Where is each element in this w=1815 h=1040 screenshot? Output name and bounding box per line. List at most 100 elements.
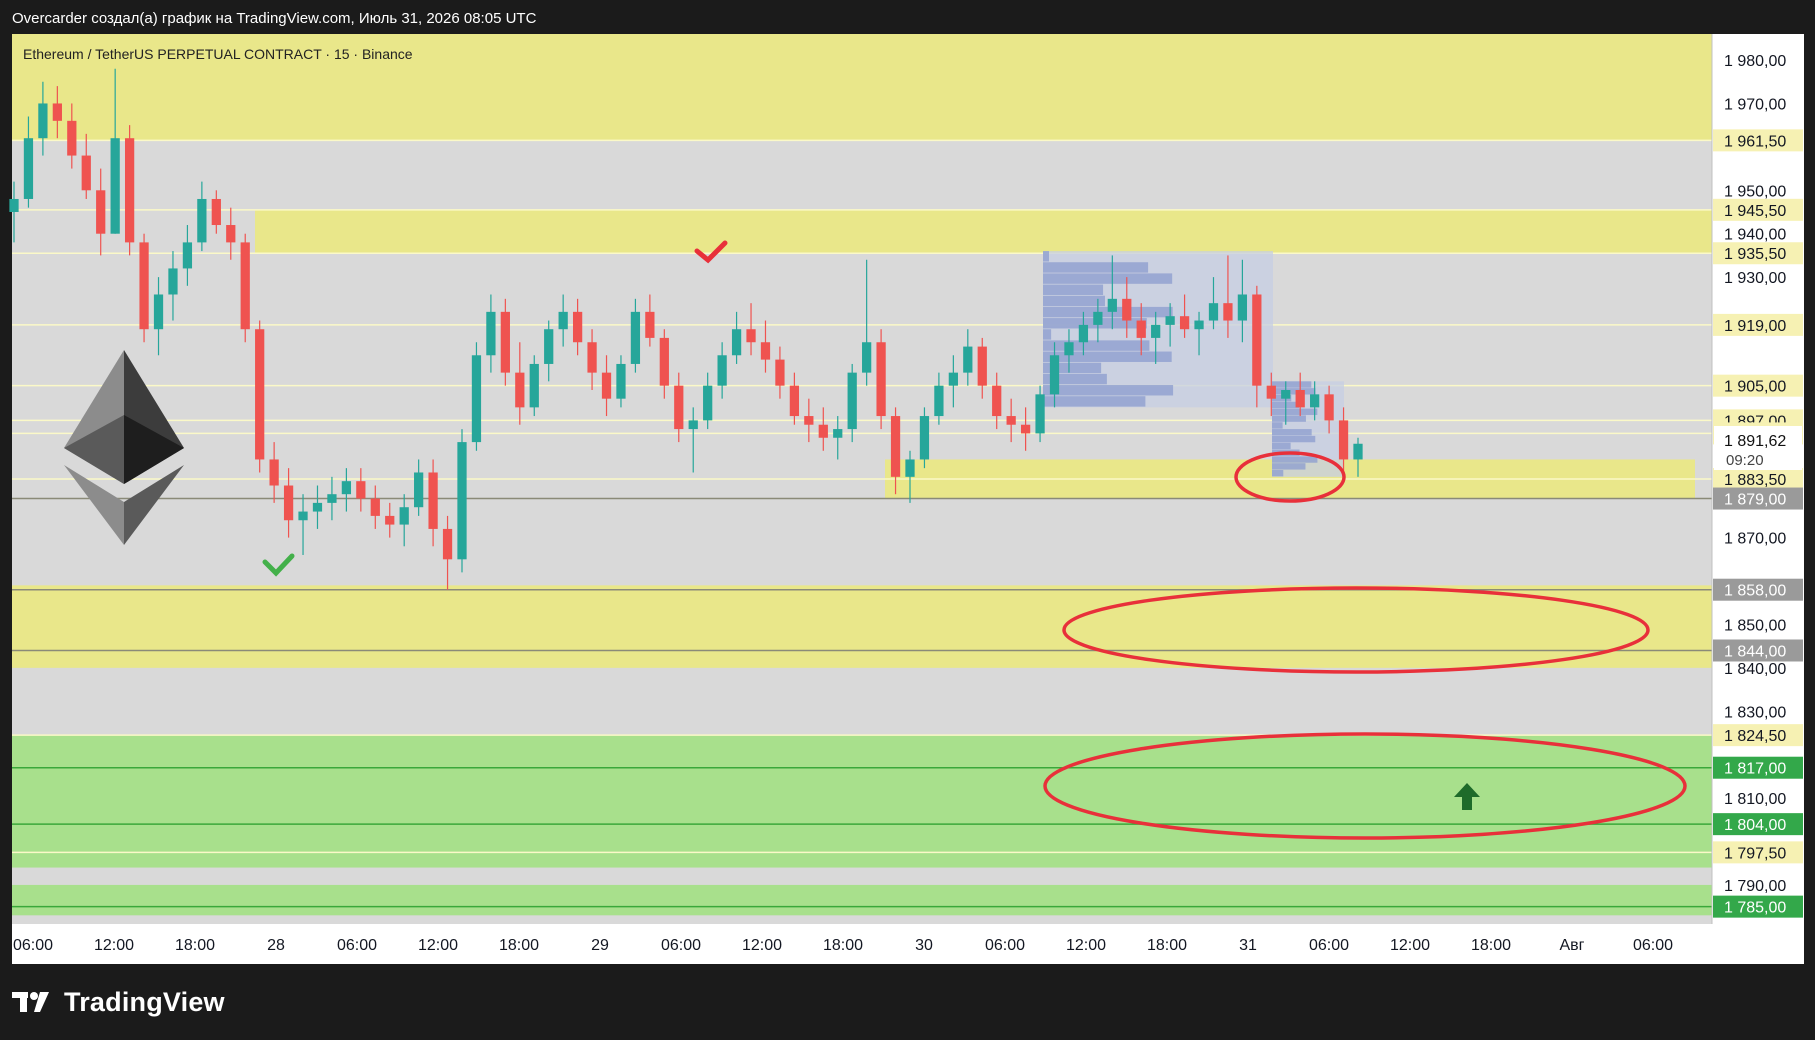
level-label-11: 1 824,50: [1724, 728, 1786, 745]
candle-body: [9, 198, 19, 212]
candle-body: [1093, 311, 1103, 325]
x-tick-label: 06:00: [985, 937, 1025, 954]
x-tick-label: 18:00: [1471, 937, 1511, 954]
level-label-7: 1 883,50: [1724, 472, 1786, 489]
candle-body: [139, 242, 149, 330]
candle-body: [804, 416, 814, 425]
supply-zone-3: [12, 585, 1712, 668]
candle-body: [23, 138, 34, 199]
level-label-15: 1 785,00: [1724, 900, 1786, 917]
x-tick-label: 30: [915, 937, 933, 954]
candle-body: [1252, 294, 1262, 386]
candle-body: [457, 442, 467, 560]
candle: [124, 125, 135, 256]
volume-profile-bar: [1272, 435, 1316, 443]
candle-body: [833, 429, 843, 438]
candle: [457, 429, 467, 573]
candle-body: [818, 424, 828, 438]
volume-profile-bar: [1272, 442, 1291, 450]
candle-body: [442, 528, 453, 560]
candle: [240, 233, 250, 343]
candle-body: [746, 329, 756, 343]
candle-body: [471, 355, 482, 443]
volume-profile-bar: [1272, 415, 1306, 422]
candle-body: [486, 311, 496, 356]
x-tick-label: 12:00: [94, 937, 134, 954]
candle-body: [934, 385, 944, 417]
candle-body: [1165, 316, 1175, 325]
y-tick-label: 1 830,00: [1724, 704, 1786, 721]
candle-body: [717, 355, 727, 386]
volume-profile-bar: [1043, 262, 1149, 273]
volume-profile-bar: [1272, 470, 1284, 477]
candle-body: [1324, 394, 1334, 421]
candle-body: [905, 459, 915, 477]
candle-body: [96, 190, 106, 234]
candle-body: [240, 242, 250, 330]
price-chart[interactable]: Ethereum / TetherUS PERPETUAL CONTRACT ·…: [0, 0, 1815, 1040]
candle-body: [1353, 443, 1363, 460]
x-tick-label: 18:00: [499, 937, 539, 954]
candle-body: [630, 311, 641, 364]
candle-body: [226, 225, 236, 243]
volume-profile-bar: [1043, 396, 1146, 407]
candle-body: [1281, 390, 1291, 399]
chart-title: Ethereum / TetherUS PERPETUAL CONTRACT ·…: [23, 46, 413, 62]
level-label-8: 1 879,00: [1724, 492, 1786, 509]
volume-profile-bar: [1272, 408, 1318, 415]
candle-body: [862, 342, 872, 373]
candle-body: [760, 342, 771, 360]
candle-body: [1107, 298, 1117, 312]
candle-body: [992, 385, 1002, 417]
volume-profile-bar: [1043, 273, 1173, 284]
candle-body: [572, 311, 583, 343]
x-tick-label: 12:00: [1066, 937, 1106, 954]
price-axis: 1 980,00 1 970,00 1 950,00 1 940,00 1 930,00…: [1711, 34, 1804, 924]
x-tick-label: 06:00: [661, 937, 701, 954]
candle-body: [168, 268, 178, 295]
volume-profile-bar: [1272, 381, 1312, 388]
candle-body: [153, 294, 164, 330]
candle-body: [211, 198, 221, 226]
candle-body: [1136, 320, 1146, 338]
candle-body: [81, 155, 91, 191]
level-label-1: 1 945,50: [1724, 203, 1786, 220]
candle-body: [1064, 342, 1074, 356]
x-tick-label: 29: [591, 937, 609, 954]
candle-body: [1266, 385, 1276, 399]
candle-body: [341, 481, 352, 495]
candle-body: [197, 198, 207, 243]
volume-profile-bar: [1043, 251, 1049, 262]
volume-profile-bar: [1272, 463, 1306, 470]
candle-body: [659, 337, 669, 386]
candle-body: [67, 120, 77, 156]
x-tick-label: 06:00: [1309, 937, 1349, 954]
candle-body: [38, 103, 48, 139]
candle-body: [1020, 424, 1031, 434]
y-tick-label: 1 840,00: [1724, 661, 1786, 678]
candle-body: [428, 472, 438, 529]
level-label-10: 1 844,00: [1724, 643, 1786, 660]
volume-profile-bar: [1272, 388, 1316, 395]
candle-body: [1179, 316, 1190, 330]
candle-body: [948, 372, 958, 386]
x-tick-label: 12:00: [418, 937, 458, 954]
level-label-0: 1 961,50: [1724, 133, 1786, 150]
candle-body: [963, 346, 973, 373]
level-label-13: 1 804,00: [1724, 817, 1786, 834]
x-tick-label: Авг: [1559, 937, 1584, 954]
candle-body: [601, 372, 612, 399]
y-tick-label: 1 810,00: [1724, 791, 1786, 808]
candle-body: [124, 138, 135, 243]
x-tick-label: 12:00: [1390, 937, 1430, 954]
candle-body: [890, 416, 901, 477]
y-tick-label: 1 950,00: [1724, 183, 1786, 200]
y-tick-label: 1 850,00: [1724, 617, 1786, 634]
candle-body: [587, 342, 597, 373]
time-axis: 06:00 12:00 18:00 28 06:00 12:00 18:00 29 06:00 1…: [12, 924, 1804, 964]
candle-body: [385, 515, 395, 525]
tradingview-logo[interactable]: TradingView: [12, 982, 225, 1022]
x-tick-label: 28: [267, 937, 285, 954]
countdown-timer: 09:20: [1726, 452, 1764, 469]
x-tick-label: 06:00: [13, 937, 53, 954]
